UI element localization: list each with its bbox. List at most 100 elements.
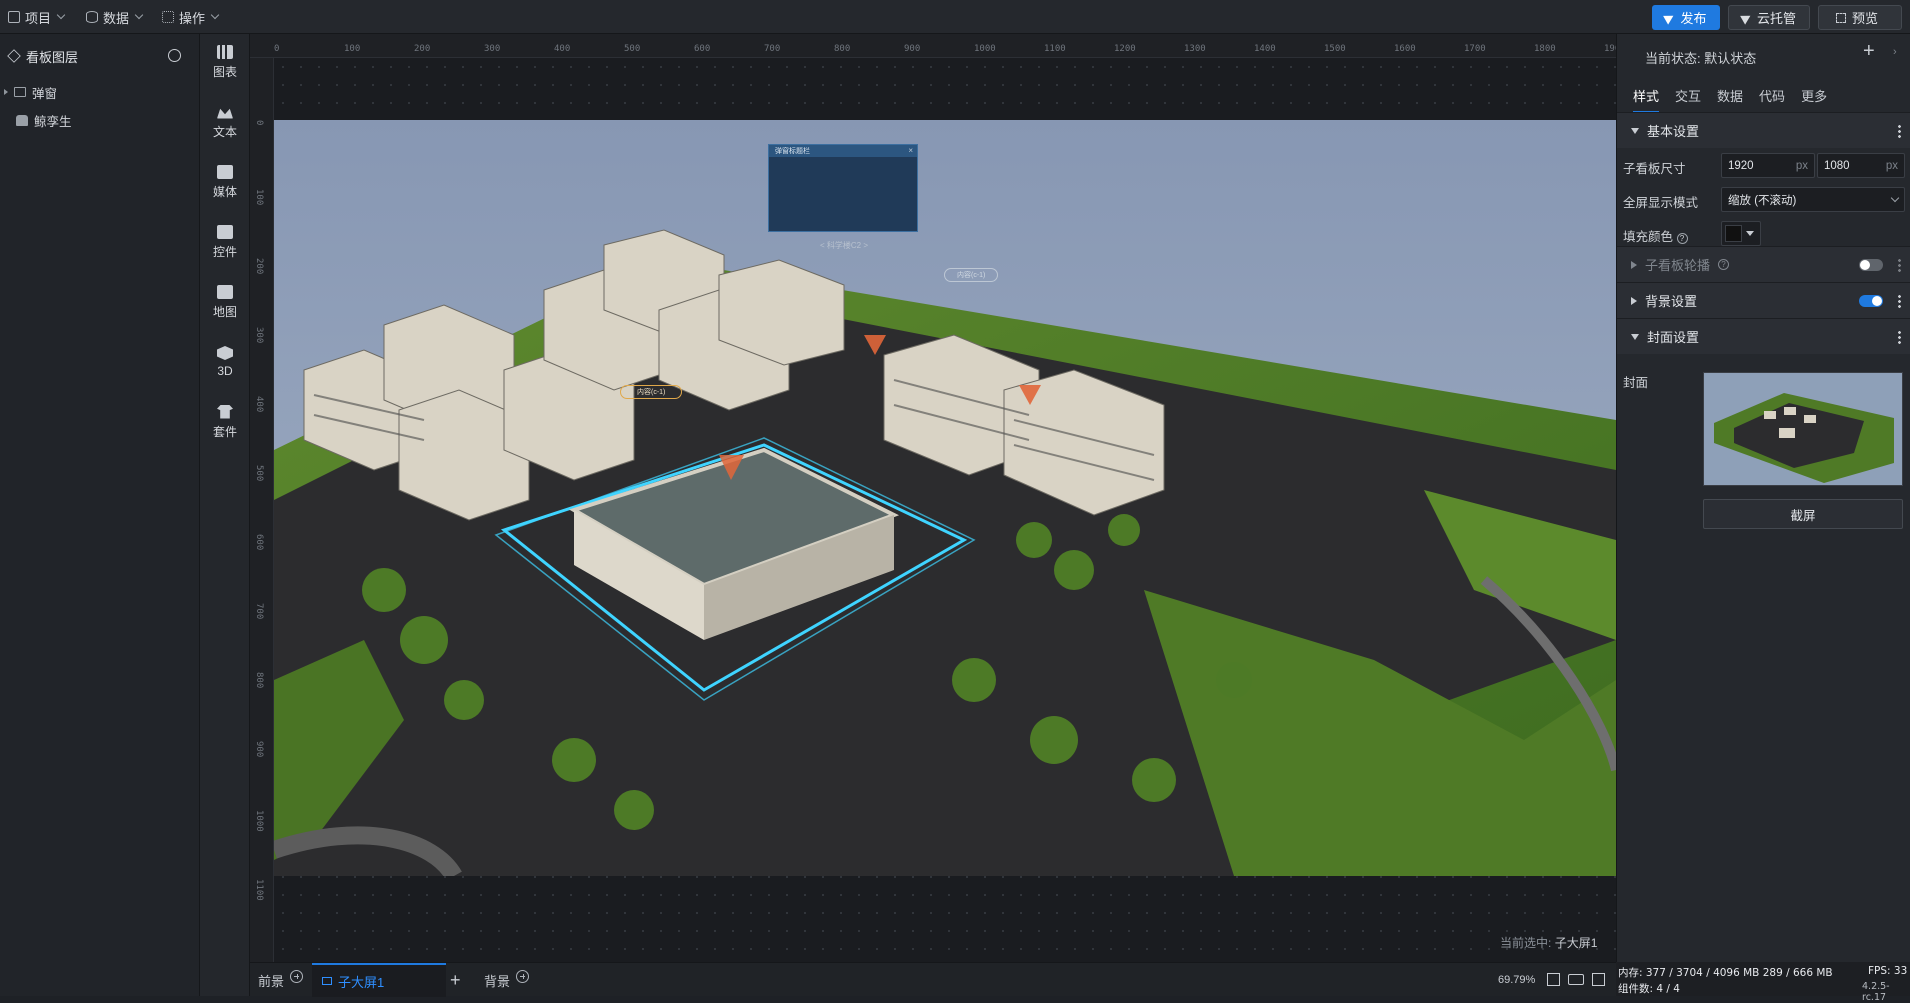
tab-code[interactable]: 代码 xyxy=(1759,86,1785,105)
window-icon xyxy=(14,87,26,97)
ruler-tick: 700 xyxy=(764,44,781,54)
chevron-right-icon[interactable]: › xyxy=(1893,46,1897,58)
ruler-tick: 1100 xyxy=(1044,44,1066,54)
tab-data[interactable]: 数据 xyxy=(1717,86,1743,105)
grid-icon xyxy=(162,11,174,23)
tool-map[interactable]: 地图 xyxy=(200,274,250,330)
add-icon[interactable] xyxy=(516,969,530,983)
background-toggle[interactable] xyxy=(1859,295,1883,307)
menu-project[interactable]: 项目 xyxy=(8,6,66,28)
more-icon[interactable] xyxy=(1898,258,1901,272)
tab-sub-screen[interactable]: 子大屏1 xyxy=(312,963,446,997)
tool-media[interactable]: 媒体 xyxy=(200,154,250,210)
crown-icon xyxy=(217,108,233,119)
cloud-hosting-button[interactable]: 云托管 xyxy=(1728,5,1810,30)
publish-button[interactable]: 发布 xyxy=(1652,5,1720,30)
ruler-tick: 1000 xyxy=(974,44,996,54)
layer-item-twin[interactable]: 鲸孪生 xyxy=(0,108,200,132)
fps-counter: FPS: 33 xyxy=(1868,965,1908,977)
state-indicator: 当前状态: 默认状态 xyxy=(1645,51,1757,66)
tab-style[interactable]: 样式 xyxy=(1633,86,1660,113)
database-icon xyxy=(86,11,98,23)
cube-icon xyxy=(217,346,233,360)
tool-kit[interactable]: 套件 xyxy=(200,394,250,450)
expand-icon[interactable] xyxy=(4,89,8,95)
ruler-tick: 300 xyxy=(254,327,264,344)
zoom-level[interactable]: 69.79% xyxy=(1498,974,1535,986)
display-mode-select[interactable]: 缩放 (不滚动) xyxy=(1721,187,1905,212)
expand-icon xyxy=(1631,296,1637,305)
ruler-tick: 1500 xyxy=(1324,44,1346,54)
shirt-icon xyxy=(217,404,233,419)
ruler-tick: 1700 xyxy=(1464,44,1486,54)
section-background[interactable]: 背景设置 xyxy=(1617,282,1910,318)
width-input[interactable]: 1920 px xyxy=(1721,153,1815,178)
bar-chart-icon xyxy=(217,44,233,59)
ruler-tick: 600 xyxy=(254,534,264,551)
layers-header: 看板图层 xyxy=(0,34,200,78)
scene-graphic xyxy=(274,120,1616,876)
popup-window[interactable]: 弹窗标题栏 × xyxy=(768,144,918,232)
ruler-tick: 100 xyxy=(254,189,264,206)
keyboard-icon[interactable] xyxy=(1568,974,1584,985)
tool-text[interactable]: 文本 xyxy=(200,94,250,150)
tool-chart[interactable]: 图表 xyxy=(200,34,250,90)
cover-image xyxy=(1714,393,1894,483)
fill-color-picker[interactable] xyxy=(1721,221,1761,246)
size-label: 子看板尺寸 xyxy=(1623,162,1686,176)
cover-label: 封面 xyxy=(1623,376,1649,390)
menu-operation[interactable]: 操作 xyxy=(162,6,220,28)
terminal-icon[interactable] xyxy=(1592,973,1605,986)
help-icon[interactable]: ? xyxy=(1676,233,1688,244)
menu-data[interactable]: 数据 xyxy=(86,6,144,28)
ruler-tick: 1200 xyxy=(1114,44,1136,54)
help-icon[interactable]: ? xyxy=(1718,259,1730,270)
ruler-tick: 600 xyxy=(694,44,711,54)
layers-icon xyxy=(7,49,21,63)
version-label: 4.2.5-rc.17 xyxy=(1862,981,1890,1003)
layer-item-popup[interactable]: 弹窗 xyxy=(0,80,200,104)
send-icon xyxy=(1740,10,1753,25)
ruler-tick: 100 xyxy=(344,44,361,54)
search-icon[interactable] xyxy=(168,49,181,62)
close-icon[interactable]: × xyxy=(908,146,913,155)
section-carousel[interactable]: 子看板轮播 ? xyxy=(1617,246,1910,282)
add-state-button[interactable]: + xyxy=(1863,40,1875,63)
carousel-toggle[interactable] xyxy=(1859,259,1883,271)
add-tab-button[interactable]: + xyxy=(450,963,461,997)
ruler-tick: 1400 xyxy=(1254,44,1276,54)
more-icon[interactable] xyxy=(1898,330,1901,344)
memory-usage: 内存: 377 / 3704 / 4096 MB 289 / 666 MB xyxy=(1618,967,1833,979)
twin-3d-scene[interactable]: 弹窗标题栏 × < 科学楼C2 > 内容(c-1) 内容(c-1) xyxy=(274,120,1616,876)
tab-more[interactable]: 更多 xyxy=(1801,86,1827,105)
height-input[interactable]: 1080 px xyxy=(1817,153,1905,178)
building-label: < 科学楼C2 > xyxy=(820,241,869,250)
display-mode-label: 全屏显示模式 xyxy=(1623,196,1699,210)
tab-background[interactable]: 背景 xyxy=(484,963,530,997)
more-icon[interactable] xyxy=(1898,124,1901,138)
fit-screen-icon[interactable] xyxy=(1547,973,1560,986)
tab-interaction[interactable]: 交互 xyxy=(1675,86,1701,105)
twin-icon xyxy=(16,114,28,126)
section-basic[interactable]: 基本设置 xyxy=(1617,112,1910,148)
preview-button[interactable]: 预览 xyxy=(1818,5,1902,30)
ruler-tick: 400 xyxy=(254,396,264,413)
ruler-tick: 500 xyxy=(254,465,264,482)
add-icon[interactable] xyxy=(290,969,304,983)
tool-control[interactable]: 控件 xyxy=(200,214,250,270)
tool-3d[interactable]: 3D xyxy=(200,334,250,390)
component-toolbar: 图表 文本 媒体 控件 地图 3D 套件 xyxy=(200,34,250,996)
screenshot-button[interactable]: 截屏 xyxy=(1703,499,1903,529)
more-icon[interactable] xyxy=(1898,294,1901,308)
ruler-tick: 400 xyxy=(554,44,571,54)
tab-foreground[interactable]: 前景 xyxy=(258,963,304,997)
file-icon xyxy=(8,11,20,23)
ruler-vertical: 0 100 200 300 400 500 600 700 800 900 1000 1100 xyxy=(250,58,274,962)
cover-thumbnail[interactable] xyxy=(1703,372,1903,486)
ruler-tick: 200 xyxy=(414,44,431,54)
collapse-icon xyxy=(1631,127,1639,134)
section-cover[interactable]: 封面设置 xyxy=(1617,318,1910,354)
chevron-down-icon xyxy=(1890,193,1900,202)
ruler-tick: 1100 xyxy=(254,879,264,901)
ruler-tick: 300 xyxy=(484,44,501,54)
